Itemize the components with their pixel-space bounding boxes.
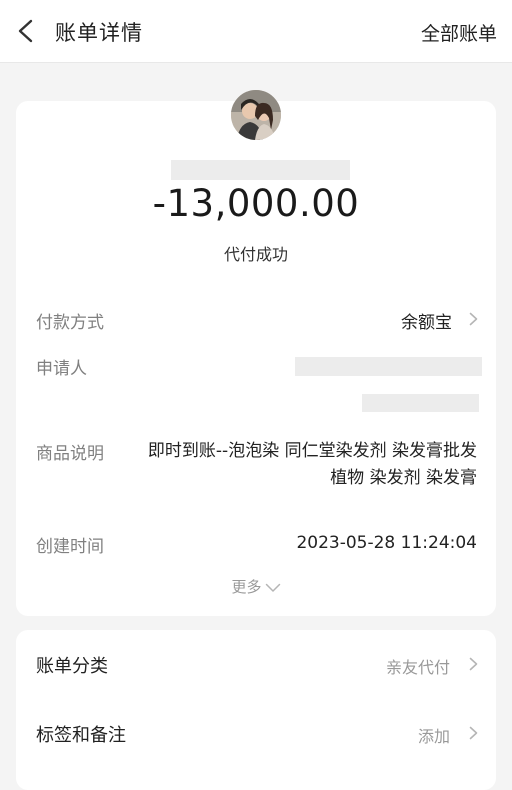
chevron-right-icon [469,726,478,740]
bill-summary-card: -13,000.00 代付成功 付款方式 余额宝 申请人 商品说明 即时到账--… [16,90,496,616]
back-button[interactable] [14,16,38,46]
tags-notes-label: 标签和备注 [36,725,126,746]
applicant-account-redacted [362,394,479,412]
all-bills-link[interactable]: 全部账单 [421,19,497,46]
bill-category-value: 亲友代付 [385,658,450,677]
product-description-label: 商品说明 [36,444,104,464]
applicant-label: 申请人 [36,359,87,379]
chevron-right-icon[interactable] [469,312,478,326]
more-button[interactable]: 更多 [16,576,496,597]
bill-amount: -13,000.00 [152,182,360,225]
payment-method-value[interactable]: 余额宝 [401,308,452,333]
bill-category-label: 账单分类 [36,656,108,677]
nav-bar: 账单详情 全部账单 [0,0,512,63]
chevron-right-icon [469,657,478,671]
created-time-label: 创建时间 [36,537,104,557]
avatar[interactable] [231,90,281,140]
tags-notes-value: 添加 [417,727,450,746]
chevron-down-icon [265,583,280,592]
chevron-left-icon [18,19,33,43]
applicant-name-redacted [295,357,482,376]
created-time-value: 2023-05-28 11:24:04 [296,533,477,553]
bill-status: 代付成功 [223,245,288,264]
product-description-value: 即时到账--泡泡染 同仁堂染发剂 染发膏批发植物 染发剂 染发膏 [147,441,477,488]
payee-name-redacted [171,160,350,180]
bill-options-card: 账单分类 亲友代付 标签和备注 添加 [16,630,496,790]
page-title: 账单详情 [55,21,143,45]
more-label: 更多 [231,578,262,596]
payment-method-label: 付款方式 [36,313,104,333]
